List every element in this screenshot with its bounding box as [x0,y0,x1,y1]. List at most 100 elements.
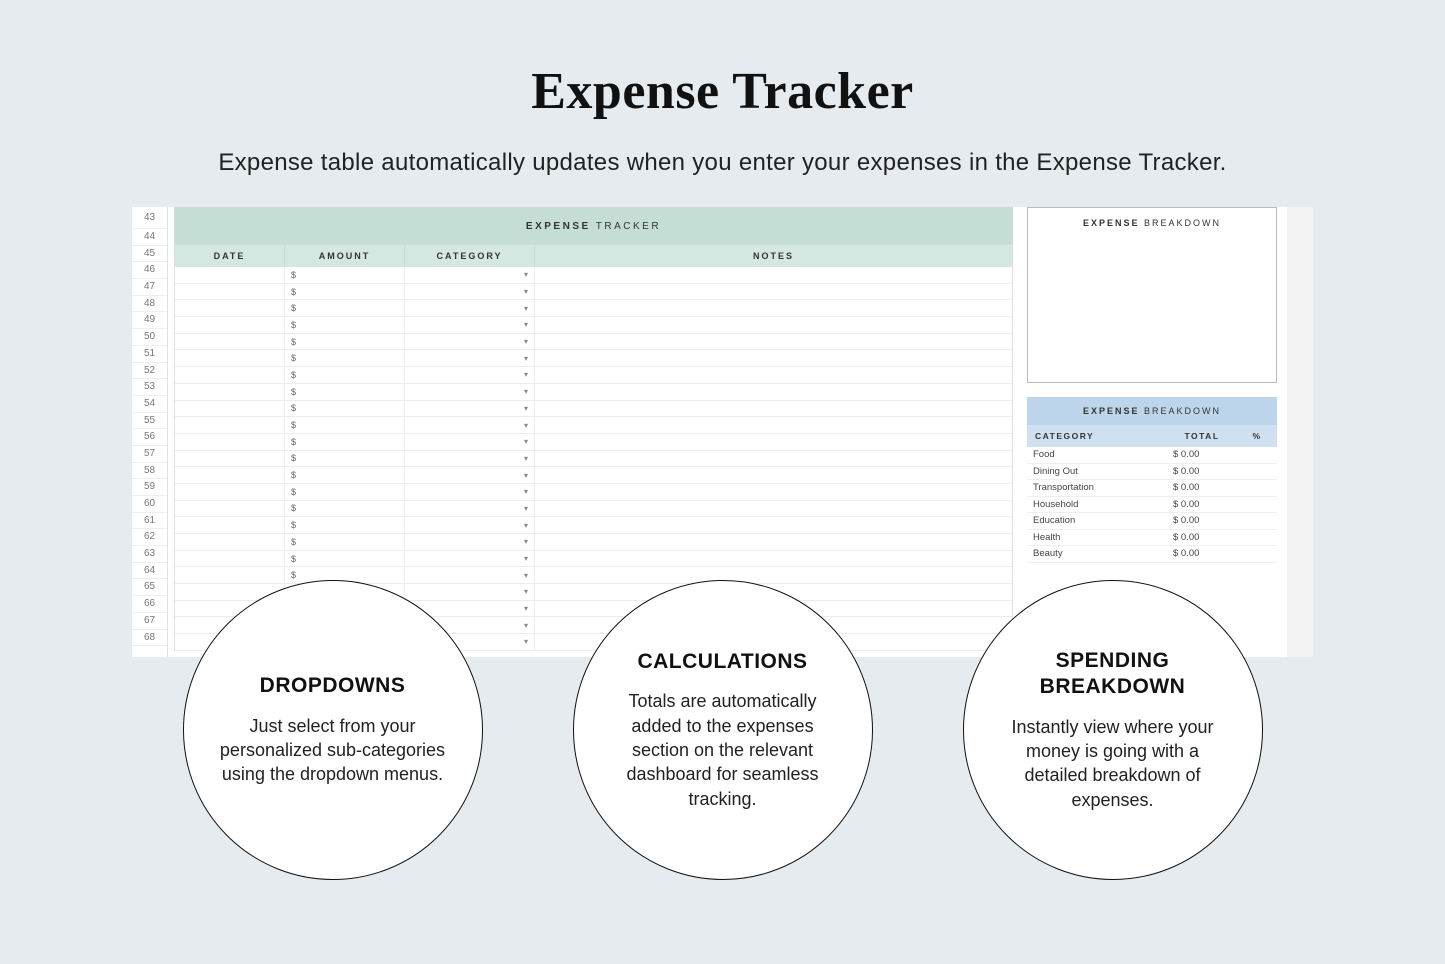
tracker-row[interactable]: $▾ [175,484,1012,501]
tracker-row[interactable]: $▾ [175,501,1012,518]
cell-amount[interactable]: $ [285,367,405,383]
cell-notes[interactable] [535,417,1012,433]
cell-notes[interactable] [535,284,1012,300]
breakdown-row: Education$ 0.00 [1027,513,1277,530]
cell-amount[interactable]: $ [285,551,405,567]
cell-amount[interactable]: $ [285,467,405,483]
cell-category-dropdown[interactable]: ▾ [405,467,535,483]
cell-category-dropdown[interactable]: ▾ [405,334,535,350]
cell-amount[interactable]: $ [285,350,405,366]
cell-notes[interactable] [535,317,1012,333]
chevron-down-icon: ▾ [524,354,528,363]
cell-category-dropdown[interactable]: ▾ [405,501,535,517]
cell-category-dropdown[interactable]: ▾ [405,367,535,383]
cell-notes[interactable] [535,334,1012,350]
cell-date[interactable] [175,300,285,316]
tracker-row[interactable]: $▾ [175,417,1012,434]
cell-notes[interactable] [535,484,1012,500]
tracker-row[interactable]: $▾ [175,300,1012,317]
cell-notes[interactable] [535,401,1012,417]
cell-category-dropdown[interactable]: ▾ [405,451,535,467]
cell-amount[interactable]: $ [285,417,405,433]
cell-notes[interactable] [535,534,1012,550]
chevron-down-icon: ▾ [524,454,528,463]
cell-date[interactable] [175,367,285,383]
tracker-row[interactable]: $▾ [175,401,1012,418]
cell-category-dropdown[interactable]: ▾ [405,267,535,283]
cell-category-dropdown[interactable]: ▾ [405,284,535,300]
chart-title-bold: EXPENSE [1083,218,1140,228]
cell-amount[interactable]: $ [285,501,405,517]
cell-amount[interactable]: $ [285,434,405,450]
row-number: 52 [132,363,167,380]
cell-amount[interactable]: $ [285,451,405,467]
cell-date[interactable] [175,501,285,517]
cell-category-dropdown[interactable]: ▾ [405,384,535,400]
cell-amount[interactable]: $ [285,484,405,500]
cell-category-dropdown[interactable]: ▾ [405,534,535,550]
cell-amount[interactable]: $ [285,534,405,550]
cell-date[interactable] [175,317,285,333]
cell-date[interactable] [175,384,285,400]
cell-date[interactable] [175,284,285,300]
cell-amount[interactable]: $ [285,517,405,533]
cell-notes[interactable] [535,517,1012,533]
cell-date[interactable] [175,434,285,450]
cell-date[interactable] [175,350,285,366]
tracker-title-bar: EXPENSE TRACKER [174,207,1013,245]
cell-notes[interactable] [535,451,1012,467]
cell-date[interactable] [175,551,285,567]
cell-amount[interactable]: $ [285,300,405,316]
tracker-title-bold: EXPENSE [526,221,591,232]
cell-notes[interactable] [535,434,1012,450]
tracker-row[interactable]: $▾ [175,367,1012,384]
cell-category-dropdown[interactable]: ▾ [405,517,535,533]
cell-category-dropdown[interactable]: ▾ [405,300,535,316]
tracker-row[interactable]: $▾ [175,534,1012,551]
tracker-row[interactable]: $▾ [175,284,1012,301]
tracker-row[interactable]: $▾ [175,451,1012,468]
cell-date[interactable] [175,517,285,533]
cell-category-dropdown[interactable]: ▾ [405,401,535,417]
tracker-row[interactable]: $▾ [175,334,1012,351]
tracker-row[interactable]: $▾ [175,317,1012,334]
cell-category-dropdown[interactable]: ▾ [405,434,535,450]
cell-date[interactable] [175,267,285,283]
cell-amount[interactable]: $ [285,384,405,400]
breakdown-cell-total: $ 0.00 [1167,482,1237,493]
cell-category-dropdown[interactable]: ▾ [405,350,535,366]
cell-notes[interactable] [535,300,1012,316]
cell-notes[interactable] [535,501,1012,517]
tracker-row[interactable]: $▾ [175,467,1012,484]
row-number: 47 [132,279,167,296]
cell-date[interactable] [175,401,285,417]
cell-date[interactable] [175,334,285,350]
cell-amount[interactable]: $ [285,267,405,283]
tracker-row[interactable]: $▾ [175,434,1012,451]
cell-category-dropdown[interactable]: ▾ [405,417,535,433]
cell-category-dropdown[interactable]: ▾ [405,551,535,567]
cell-date[interactable] [175,417,285,433]
cell-date[interactable] [175,451,285,467]
cell-notes[interactable] [535,367,1012,383]
tracker-row[interactable]: $▾ [175,350,1012,367]
cell-category-dropdown[interactable]: ▾ [405,484,535,500]
cell-amount[interactable]: $ [285,284,405,300]
cell-amount[interactable]: $ [285,317,405,333]
cell-amount[interactable]: $ [285,401,405,417]
cell-notes[interactable] [535,551,1012,567]
tracker-row[interactable]: $▾ [175,517,1012,534]
cell-notes[interactable] [535,267,1012,283]
cell-date[interactable] [175,534,285,550]
cell-date[interactable] [175,467,285,483]
cell-category-dropdown[interactable]: ▾ [405,317,535,333]
tracker-row[interactable]: $▾ [175,551,1012,568]
cell-date[interactable] [175,484,285,500]
cell-notes[interactable] [535,467,1012,483]
cell-notes[interactable] [535,350,1012,366]
chevron-down-icon: ▾ [524,337,528,346]
tracker-row[interactable]: $▾ [175,384,1012,401]
cell-notes[interactable] [535,384,1012,400]
cell-amount[interactable]: $ [285,334,405,350]
tracker-row[interactable]: $▾ [175,267,1012,284]
